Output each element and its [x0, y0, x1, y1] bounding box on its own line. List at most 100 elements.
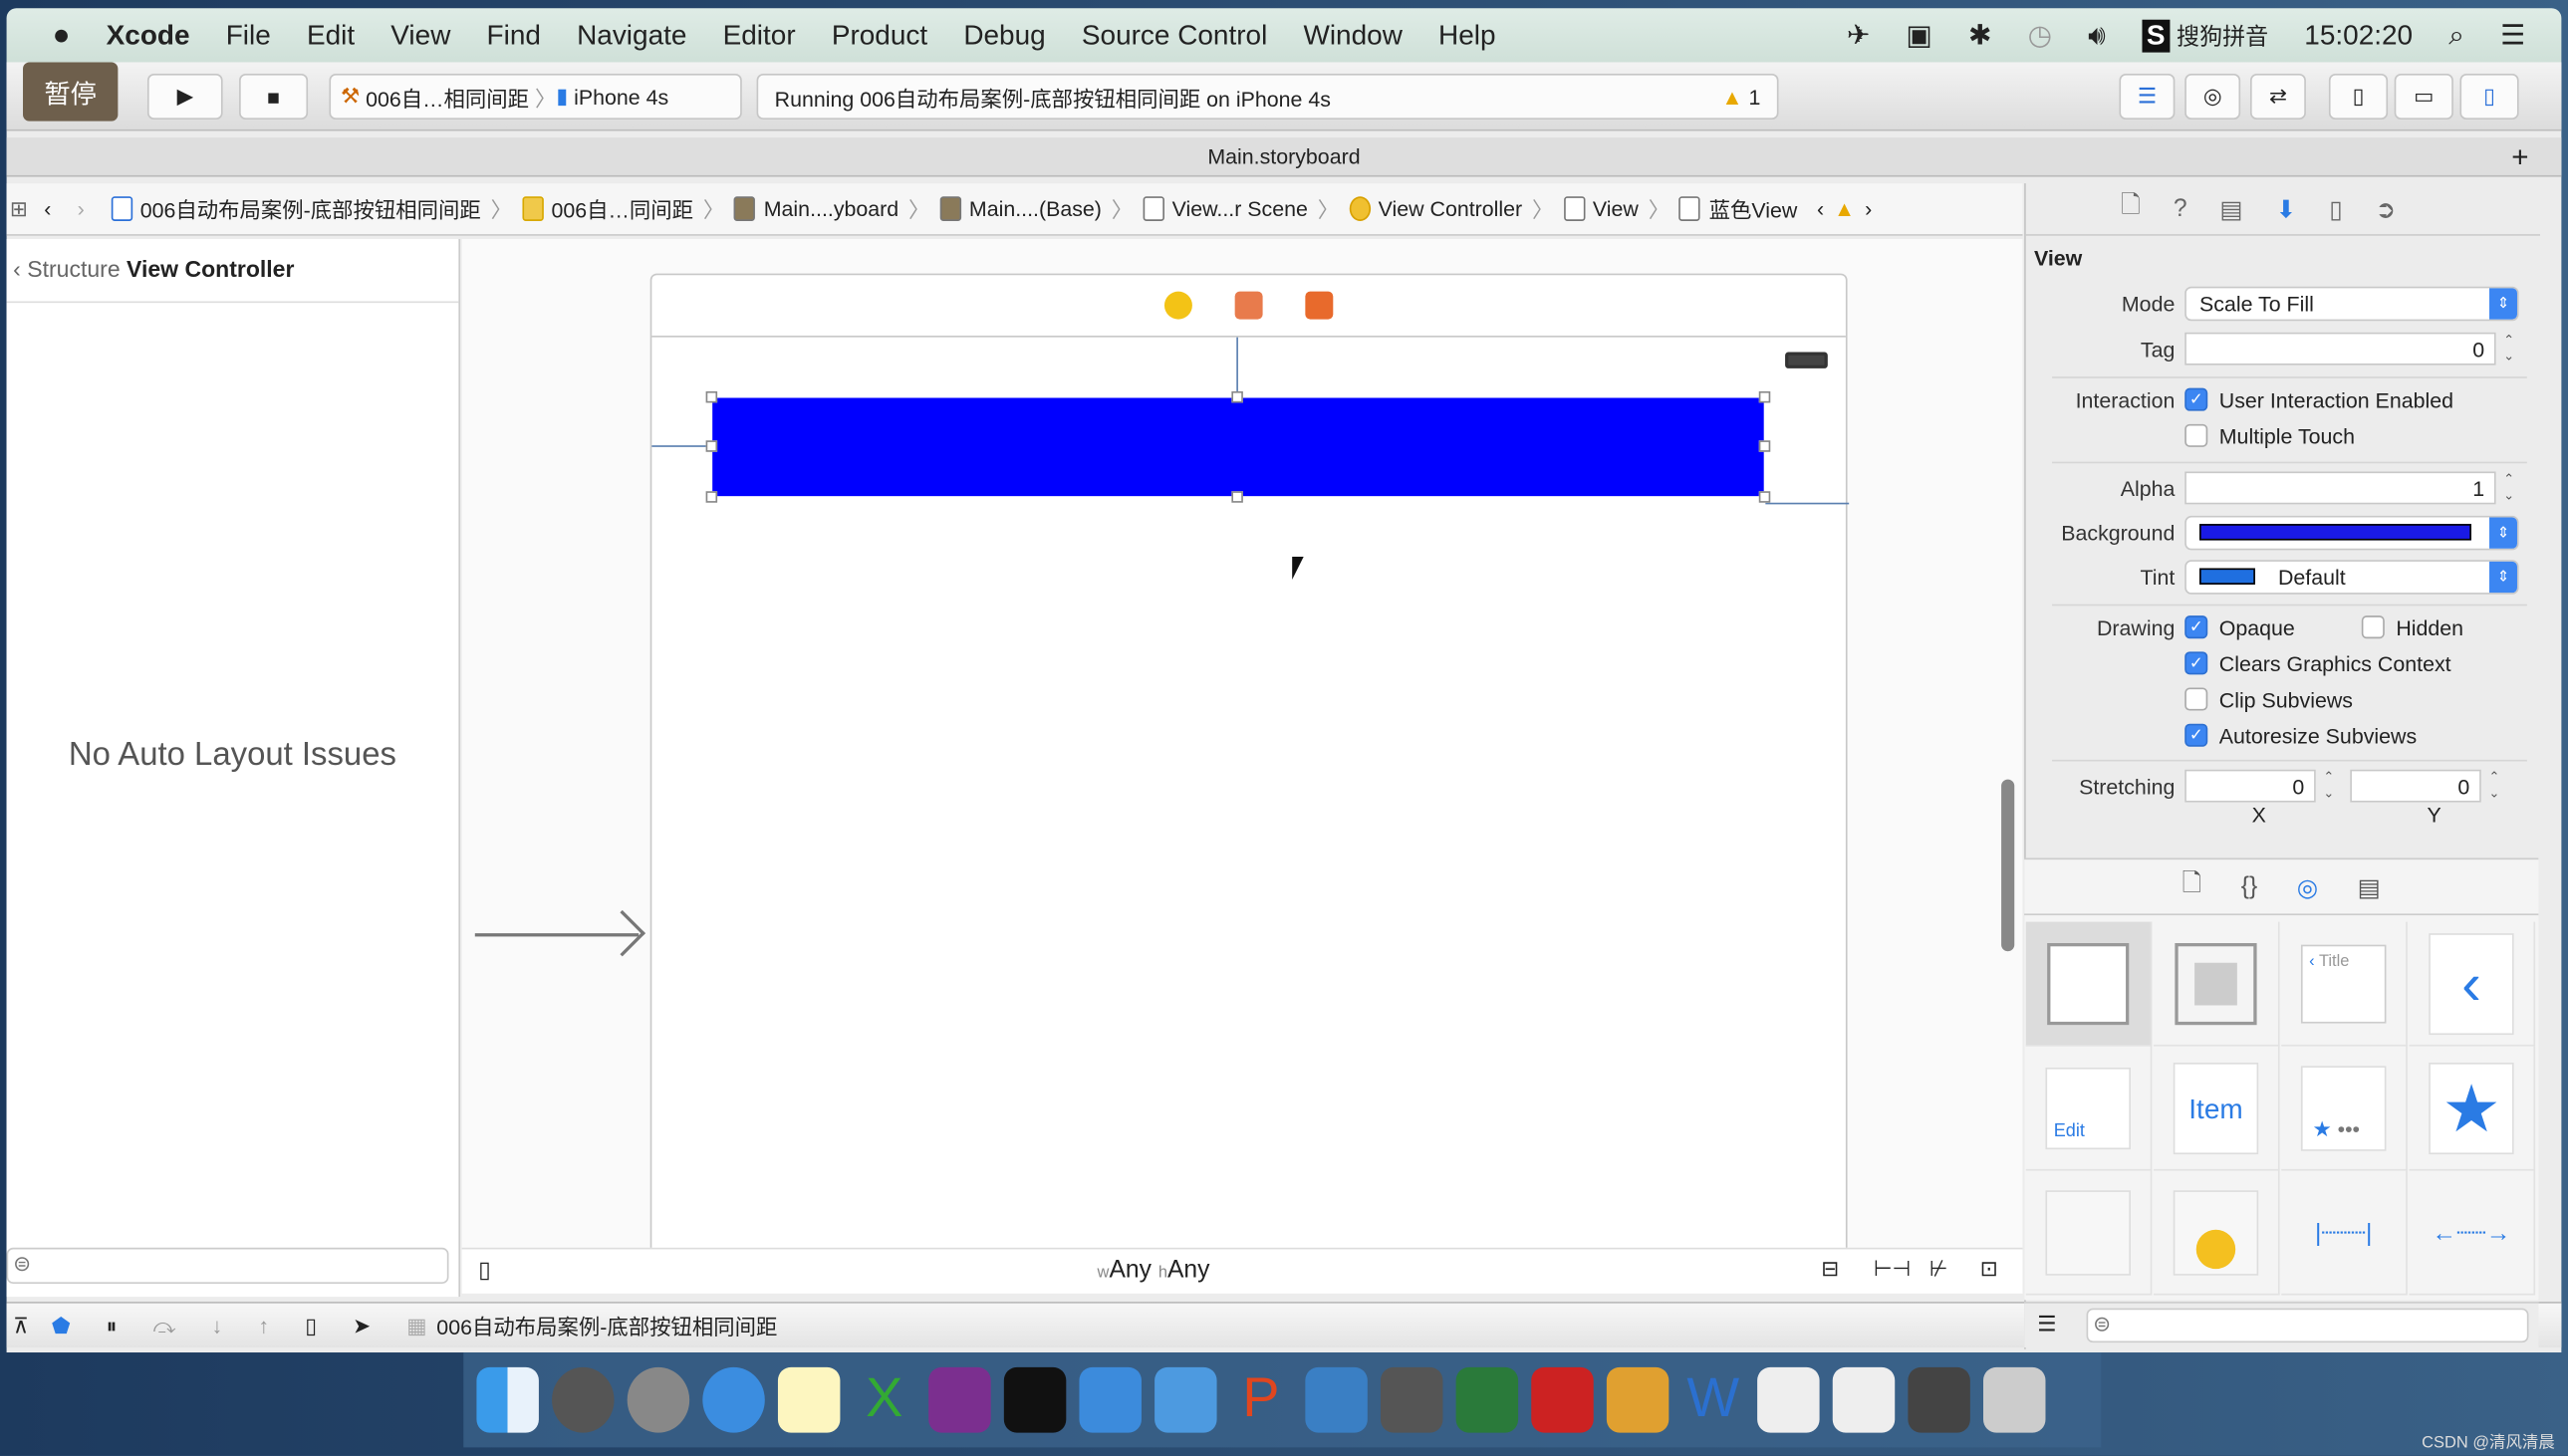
list-view-icon[interactable]: ☰ [2037, 1312, 2056, 1337]
stretching-y-field[interactable]: 0 [2350, 769, 2481, 803]
tag-field[interactable]: 0 [2184, 332, 2496, 365]
editor-standard-button[interactable]: ☰ [2119, 73, 2176, 121]
library-item-search-bar[interactable] [2025, 1170, 2153, 1296]
excel-icon[interactable]: X [854, 1367, 915, 1433]
clears-graphics-checkbox[interactable]: ✓ [2184, 651, 2208, 675]
airplane-icon[interactable]: ✈ [1847, 19, 1870, 52]
opaque-checkbox[interactable]: ✓ [2184, 615, 2208, 639]
toggle-navigator-button[interactable]: ▯ [2328, 73, 2389, 121]
system-preferences-icon[interactable] [552, 1366, 615, 1433]
menu-view[interactable]: View [390, 19, 450, 52]
scheme-selector[interactable]: ⚒ 006自…相同间距 〉 ▮ iPhone 4s [329, 73, 742, 121]
jump-scene[interactable]: View...r Scene [1143, 196, 1308, 221]
menu-product[interactable]: Product [832, 19, 927, 52]
sogou-icon[interactable]: S [2141, 18, 2171, 52]
menu-navigate[interactable]: Navigate [577, 19, 686, 52]
alpha-field[interactable]: 1 [2184, 471, 2496, 505]
connections-inspector-icon[interactable]: ➲ [2376, 194, 2397, 223]
pause-icon[interactable]: ⏸︎ [107, 1313, 118, 1338]
library-item-container-view[interactable] [2153, 921, 2280, 1047]
add-tab-button[interactable]: + [2511, 137, 2528, 176]
library-item-tab-bar-item[interactable]: ★ [2409, 1046, 2536, 1171]
ftp-icon[interactable] [1455, 1366, 1519, 1433]
identity-inspector-icon[interactable]: ▤ [2219, 194, 2242, 223]
size-inspector-icon[interactable]: ▯ [2329, 194, 2343, 223]
library-item-fixed-space[interactable]: |┈┈┈| [2281, 1170, 2408, 1296]
volume-icon[interactable]: 🔊︎ [2088, 19, 2106, 52]
next-issue-button[interactable]: › [1865, 196, 1872, 221]
vertical-scrollbar[interactable] [2001, 779, 2015, 952]
time-machine-icon[interactable]: ◷ [2028, 19, 2052, 52]
apple-icon[interactable]: ● [53, 18, 71, 53]
resize-handle[interactable] [1758, 440, 1771, 452]
scissors-icon[interactable] [1305, 1366, 1368, 1433]
leading-constraint[interactable] [651, 445, 713, 447]
exit-icon[interactable] [1305, 291, 1334, 320]
editor-assistant-button[interactable]: ◎ [2184, 73, 2241, 121]
stop-button[interactable]: ■ [239, 73, 309, 121]
warning-icon[interactable]: ▲ [1834, 196, 1855, 221]
alpha-stepper[interactable]: ⌃ ⌄ [2501, 472, 2517, 505]
menu-debug[interactable]: Debug [963, 19, 1045, 52]
library-item-search-display[interactable] [2153, 1170, 2280, 1296]
blue-view[interactable] [705, 390, 1771, 503]
menu-editor[interactable]: Editor [723, 19, 796, 52]
terminal-icon[interactable] [1003, 1366, 1067, 1433]
jump-storyboard[interactable]: Main....yboard [734, 196, 899, 221]
run-button[interactable]: ▶ [146, 73, 223, 121]
library-item-toolbar[interactable]: Edit [2025, 1046, 2153, 1171]
filezilla-icon[interactable] [1531, 1366, 1594, 1433]
editor-version-button[interactable]: ⇄ [2249, 73, 2306, 121]
resize-handle[interactable] [705, 390, 718, 403]
view-hierarchy-icon[interactable]: ▯ [305, 1313, 317, 1338]
input-method[interactable]: 搜狗拼音 [2177, 19, 2268, 52]
step-out-icon[interactable]: ↑ [258, 1314, 269, 1338]
library-item-navigation-bar[interactable]: ‹ Title [2281, 921, 2408, 1047]
tab-main-storyboard[interactable]: Main.storyboard + [6, 137, 2562, 177]
resolve-issues-icon[interactable]: ⊬ [1929, 1256, 1948, 1282]
background-color-select[interactable]: ⇕ [2184, 515, 2519, 550]
stretching-x-field[interactable]: 0 [2184, 769, 2316, 803]
top-constraint[interactable] [1236, 337, 1238, 398]
toggle-utilities-button[interactable]: ▯ [2459, 73, 2519, 121]
warning-icon[interactable]: ▲ [1721, 85, 1742, 110]
bluetooth-icon[interactable]: ✱ [1968, 19, 1991, 52]
word-icon[interactable]: W [1681, 1367, 1743, 1433]
breakpoints-icon[interactable]: ⬟ [52, 1313, 71, 1338]
object-library-icon[interactable]: ◎ [2297, 871, 2319, 901]
stretching-y-stepper[interactable]: ⌃ ⌄ [2486, 770, 2502, 803]
menu-xcode[interactable]: Xcode [107, 19, 190, 52]
document-icon[interactable] [1757, 1366, 1820, 1433]
multiple-touch-checkbox[interactable] [2184, 423, 2208, 447]
menu-help[interactable]: Help [1438, 19, 1495, 52]
simulator-icon[interactable] [1155, 1366, 1217, 1433]
library-item-flexible-space[interactable]: ←┈┈→ [2409, 1170, 2536, 1296]
hidden-checkbox[interactable] [2361, 615, 2385, 639]
hide-debug-area-icon[interactable]: ⊼ [13, 1313, 29, 1338]
location-icon[interactable]: ➤ [353, 1313, 371, 1338]
first-responder-icon[interactable] [1234, 291, 1263, 320]
resize-handle[interactable] [1231, 390, 1243, 403]
screen-sharing-icon[interactable] [1908, 1366, 1970, 1433]
library-filter-input[interactable]: ⊜ [2086, 1308, 2529, 1343]
screen-record-icon[interactable]: ▣ [1906, 19, 1931, 52]
launchpad-icon[interactable] [627, 1366, 690, 1433]
forward-button[interactable]: › [78, 196, 85, 221]
size-class-selector[interactable]: wAny hAny [1098, 1256, 1210, 1284]
resize-handle[interactable] [705, 491, 718, 503]
attributes-inspector-icon[interactable]: ⬇ [2276, 194, 2297, 223]
step-into-icon[interactable]: ↓ [211, 1314, 222, 1338]
storyboard-canvas[interactable] [461, 239, 2023, 1257]
menu-find[interactable]: Find [487, 19, 541, 52]
trash-icon[interactable] [1983, 1366, 2046, 1433]
notification-center-icon[interactable]: ☰ [2500, 19, 2525, 52]
resizing-behavior-icon[interactable]: ⊡ [1980, 1256, 1998, 1282]
file-inspector-icon[interactable]: 🗋︎ [2121, 188, 2141, 229]
finder-icon[interactable] [476, 1366, 539, 1433]
tools-icon[interactable] [1606, 1366, 1669, 1433]
notes-icon[interactable] [777, 1366, 841, 1433]
library-item-tab-bar[interactable]: ★ ••• [2281, 1046, 2408, 1171]
autoresize-subviews-checkbox[interactable]: ✓ [2184, 723, 2208, 747]
mode-select[interactable]: Scale To Fill ⇕ [2184, 285, 2519, 321]
menu-window[interactable]: Window [1303, 19, 1402, 52]
